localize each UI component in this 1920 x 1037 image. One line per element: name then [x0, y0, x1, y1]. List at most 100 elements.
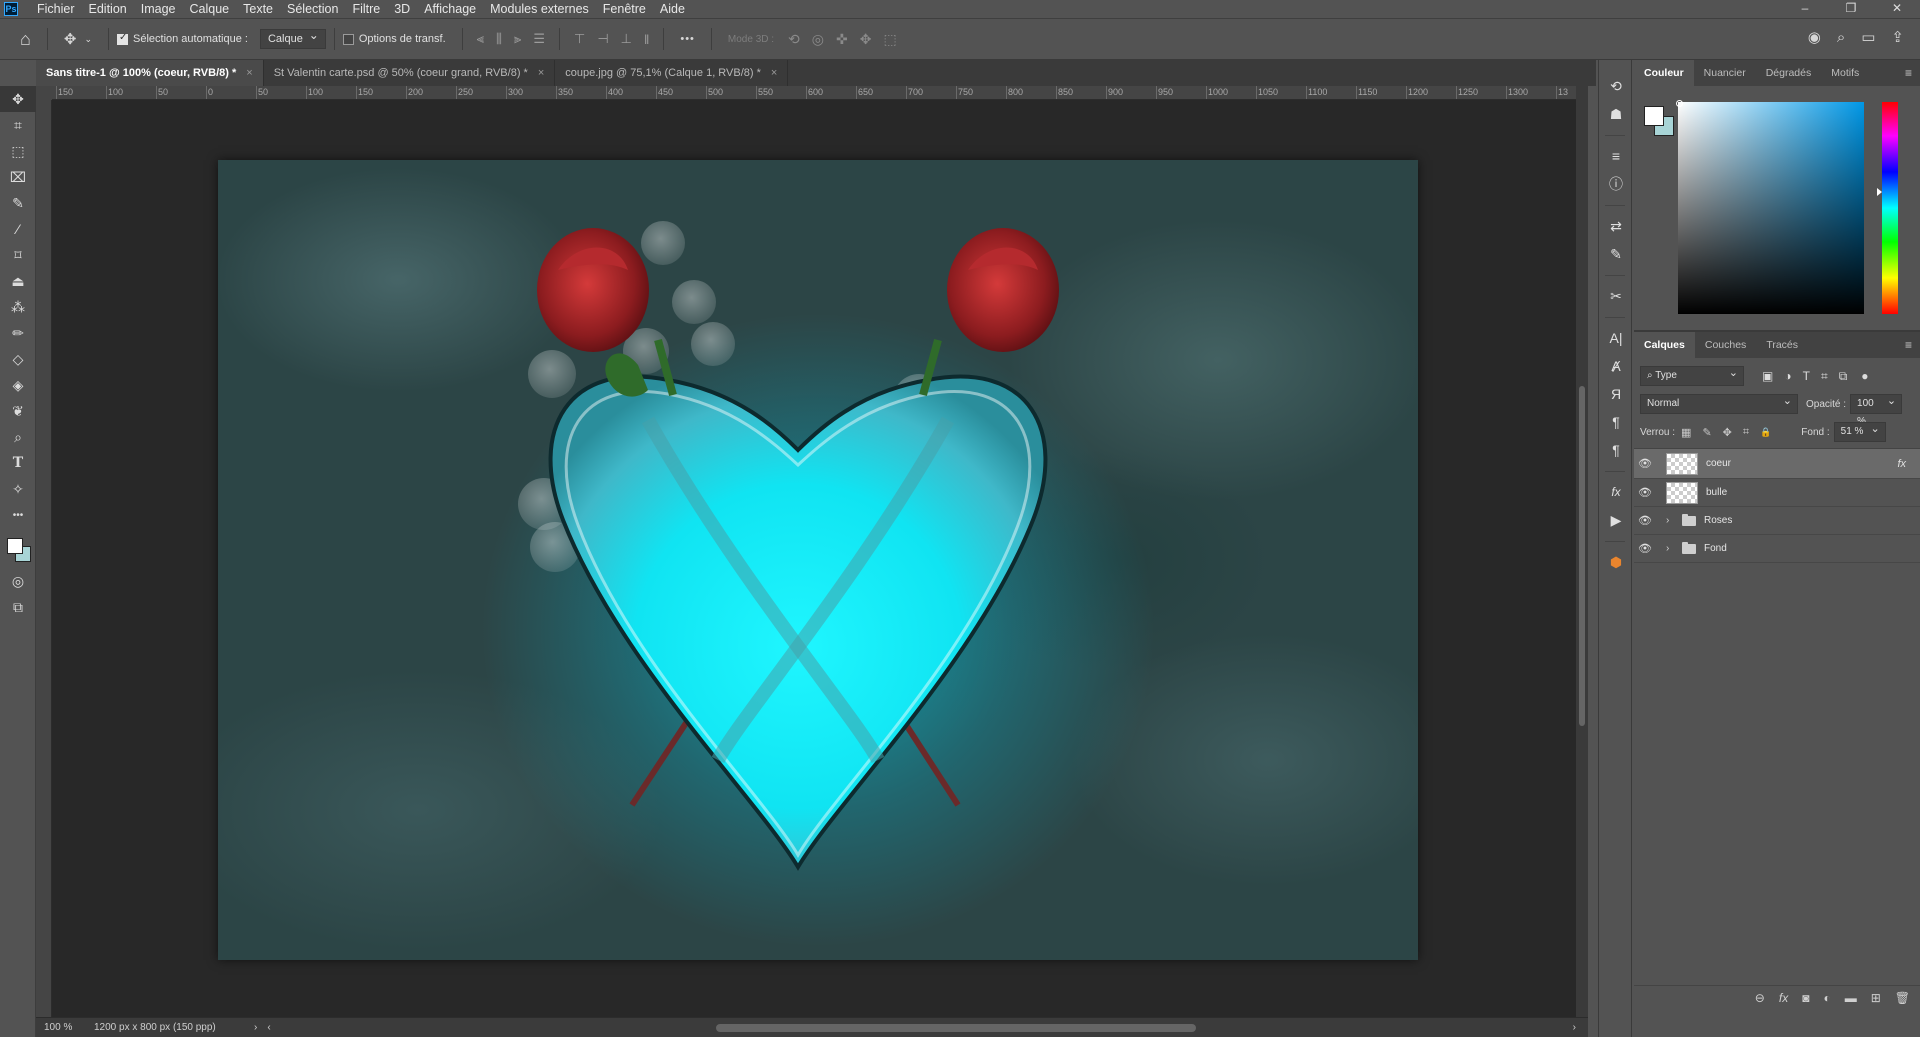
shape-tool-icon[interactable]: ✧ [0, 476, 36, 502]
filter-type-icon[interactable]: T [1803, 369, 1810, 383]
actions-play-icon[interactable]: ▶ [1599, 506, 1633, 534]
brush-settings-icon[interactable]: ✎ [1599, 240, 1633, 268]
fill-input[interactable]: 51 % [1833, 420, 1886, 442]
horizontal-scroll-thumb[interactable] [716, 1024, 1196, 1032]
zoom-level[interactable]: 100 % [44, 1022, 94, 1033]
eye-icon[interactable]: 👁 [1634, 542, 1656, 555]
styles-fx-icon[interactable]: fx [1599, 478, 1633, 506]
hue-slider[interactable] [1882, 102, 1898, 314]
lock-pixels-icon[interactable]: ✎ [1702, 426, 1711, 439]
layer-row-coeur[interactable]: 👁 coeur fx [1634, 449, 1920, 479]
blend-mode-select[interactable]: Normal [1640, 392, 1798, 414]
distribute-h-icon[interactable]: ☰ [533, 31, 545, 47]
foreground-color-swatch[interactable] [7, 538, 23, 554]
lock-all-icon[interactable]: 🔒 [1760, 427, 1771, 438]
brush-tool-icon[interactable]: ✏ [0, 320, 36, 346]
layer-effects-icon[interactable]: fx [1897, 458, 1906, 470]
transform-controls-checkbox[interactable] [342, 33, 354, 45]
glyphs-icon[interactable]: Я [1599, 380, 1633, 408]
paint-bucket-tool-icon[interactable]: ◈ [0, 372, 36, 398]
move-tool-preset-icon[interactable]: ✥ [64, 30, 77, 48]
horizontal-scrollbar[interactable] [326, 1024, 1596, 1032]
foreground-color-swatch[interactable] [1644, 106, 1664, 126]
color-swatches[interactable] [0, 528, 36, 568]
opacity-input[interactable]: 100 % [1850, 392, 1903, 427]
distribute-v-icon[interactable]: ‖ [644, 32, 649, 47]
tab-motifs[interactable]: Motifs [1821, 60, 1869, 86]
align-center-h-icon[interactable]: ⫼ [496, 31, 502, 47]
paragraph-styles-icon[interactable]: ¶ [1599, 436, 1633, 464]
tab-coupe-jpg[interactable]: coupe.jpg @ 75,1% (Calque 1, RVB/8) * × [555, 60, 789, 86]
eye-icon[interactable]: 👁 [1634, 457, 1656, 470]
screen-mode-icon[interactable]: ⧉ [0, 594, 36, 620]
pan-3d-icon[interactable]: ✜ [836, 31, 848, 48]
search-icon[interactable]: ⌕ [1837, 29, 1845, 46]
menu-filtre[interactable]: Filtre [345, 0, 387, 18]
more-tools-icon[interactable]: ••• [0, 502, 36, 528]
close-tab-icon[interactable]: × [771, 67, 777, 79]
hue-slider-marker[interactable] [1877, 188, 1882, 196]
menu-image[interactable]: Image [134, 0, 183, 18]
paragraph-icon[interactable]: ¶ [1599, 408, 1633, 436]
tab-st-valentin-carte[interactable]: St Valentin carte.psd @ 50% (coeur grand… [264, 60, 556, 86]
character-icon[interactable]: A| [1599, 324, 1633, 352]
new-layer-icon[interactable]: ⊞ [1871, 991, 1881, 1005]
align-left-icon[interactable]: ⫷ [477, 31, 484, 47]
scroll-right-icon[interactable]: › [1573, 1022, 1576, 1033]
layer-row-bulle[interactable]: 👁 bulle [1634, 479, 1920, 507]
align-bottom-icon[interactable]: ⊥ [621, 31, 632, 47]
type-tool-icon[interactable]: T [0, 450, 36, 476]
delete-layer-icon[interactable]: 🗑 [1895, 991, 1910, 1005]
roll-3d-icon[interactable]: ◎ [812, 31, 824, 48]
menu-aide[interactable]: Aide [653, 0, 692, 18]
new-group-icon[interactable]: ▬ [1845, 991, 1857, 1005]
zoom-tool-icon[interactable]: ⌕ [0, 424, 36, 450]
align-top-icon[interactable]: ⊤ [574, 31, 585, 47]
pen-tool-icon[interactable]: ✎ [0, 190, 36, 216]
lock-artboard-icon[interactable]: ⌗ [1743, 426, 1749, 439]
align-middle-v-icon[interactable]: ⊣ [597, 31, 608, 47]
lasso-tool-icon[interactable]: ⌧ [0, 164, 36, 190]
align-right-icon[interactable]: ⫸ [514, 31, 521, 47]
orbit-3d-icon[interactable]: ⟲ [788, 31, 800, 48]
panel-menu-icon[interactable]: ≡ [1905, 338, 1912, 352]
plugin-hexagon-icon[interactable]: ⬢ [1599, 548, 1633, 576]
menu-selection[interactable]: Sélection [280, 0, 345, 18]
home-icon[interactable]: ⌂ [20, 29, 31, 50]
stamp-tool-icon[interactable]: ⏏ [0, 268, 36, 294]
panel-menu-icon[interactable]: ≡ [1905, 66, 1912, 80]
chevron-right-icon[interactable]: › [1666, 515, 1676, 526]
filter-pixel-icon[interactable]: ▣ [1762, 369, 1773, 383]
workspace-icon[interactable]: ▭ [1861, 28, 1875, 46]
history-icon[interactable]: ⟲ [1599, 72, 1633, 100]
close-button[interactable]: ✕ [1874, 0, 1920, 18]
more-options-icon[interactable]: ••• [680, 33, 695, 45]
filter-toggle-icon[interactable]: ● [1861, 369, 1868, 383]
lock-transparency-icon[interactable]: ▦ [1681, 426, 1691, 439]
info-icon[interactable]: ⓘ [1599, 170, 1633, 198]
minimize-button[interactable]: – [1782, 0, 1828, 18]
menu-3d[interactable]: 3D [387, 0, 417, 18]
link-layers-icon[interactable]: ⊖ [1755, 991, 1765, 1005]
status-menu-arrow-icon[interactable]: › [254, 1022, 257, 1033]
add-mask-icon[interactable]: ◙ [1802, 991, 1809, 1005]
color-picker-field[interactable] [1678, 102, 1864, 314]
tab-calques[interactable]: Calques [1634, 332, 1695, 358]
slide-3d-icon[interactable]: ✥ [860, 31, 872, 48]
close-tab-icon[interactable]: × [246, 67, 252, 79]
chevron-right-icon[interactable]: › [1666, 543, 1676, 554]
chevron-down-icon[interactable]: ⌄ [84, 34, 92, 45]
marquee-tool-icon[interactable]: ⬚ [0, 138, 36, 164]
eye-icon[interactable]: 👁 [1634, 486, 1656, 499]
filter-smart-object-icon[interactable]: ⧉ [1839, 369, 1848, 384]
scale-3d-icon[interactable]: ⬚ [883, 31, 896, 48]
lock-position-icon[interactable]: ✥ [1723, 426, 1732, 439]
character-styles-icon[interactable]: Ⱥ [1599, 352, 1633, 380]
menu-affichage[interactable]: Affichage [417, 0, 483, 18]
vertical-scrollbar[interactable] [1576, 86, 1588, 1017]
crop-tool-icon[interactable]: ⌗ [0, 112, 36, 138]
filter-adjustment-icon[interactable]: ◑ [1784, 369, 1791, 383]
auto-select-target-select[interactable]: Calque [259, 28, 326, 49]
menu-fichier[interactable]: Fichier [30, 0, 82, 18]
tab-couleur[interactable]: Couleur [1634, 60, 1694, 86]
